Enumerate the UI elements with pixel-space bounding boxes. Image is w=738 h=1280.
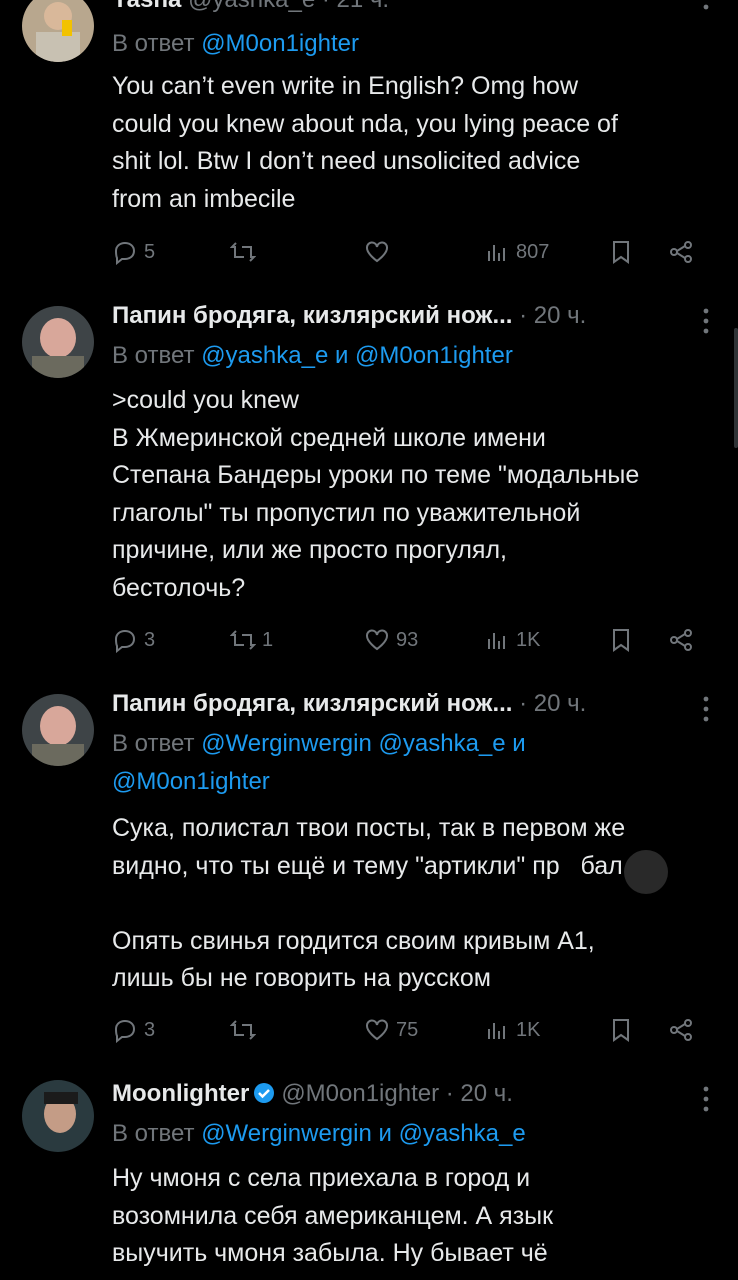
more-icon[interactable] xyxy=(700,696,712,722)
bookmark-button[interactable] xyxy=(608,624,634,656)
mention-link[interactable]: @Werginwergin и @yashka_e xyxy=(201,1120,526,1147)
share-icon xyxy=(670,241,692,263)
view-count: 1K xyxy=(516,628,541,651)
repost-button[interactable]: 1 xyxy=(230,624,273,656)
repost-count: 1 xyxy=(262,628,274,651)
tweet-text: You can’t even write in English? Omg how… xyxy=(112,72,618,213)
like-button[interactable]: 75 xyxy=(364,1014,418,1046)
reply-button[interactable]: 5 xyxy=(112,236,155,268)
view-count: 1K xyxy=(516,1018,541,1041)
repost-button[interactable] xyxy=(230,236,262,268)
reply-button[interactable]: 3 xyxy=(112,1014,155,1046)
tweet-actions: 3 1 93 1K xyxy=(112,624,712,656)
touch-indicator xyxy=(624,850,668,894)
tweet-header: Папин бродяга, кизлярский нож... · 20 ч. xyxy=(112,302,698,342)
reply-context: В ответ @Werginwergin @yashka_e и xyxy=(112,730,526,757)
tweet-text: Ну чмоня с села приехала в город и возом… xyxy=(112,1164,554,1267)
views-icon xyxy=(488,245,505,261)
tweet-time[interactable]: · 20 ч. xyxy=(446,1080,513,1107)
tweet-time[interactable]: · 20 ч. xyxy=(519,302,586,329)
reply-count: 5 xyxy=(144,240,156,263)
share-button[interactable] xyxy=(668,1014,694,1046)
repost-icon xyxy=(230,242,256,262)
author-name[interactable]: Папин бродяга, кизлярский нож... xyxy=(112,302,512,329)
like-count: 93 xyxy=(396,628,419,651)
tweet-header: Moonlighter @M0on1ighter · 20 ч. xyxy=(112,1080,698,1120)
reply-context: В ответ @Werginwergin и @yashka_e xyxy=(112,1120,526,1147)
tweet-time[interactable]: · 20 ч. xyxy=(519,690,586,717)
avatar[interactable] xyxy=(22,0,94,62)
more-icon[interactable] xyxy=(700,0,712,20)
author-name[interactable]: Yasha xyxy=(112,0,181,13)
avatar[interactable] xyxy=(22,1080,94,1152)
bookmark-icon xyxy=(613,241,629,264)
reply-icon xyxy=(114,629,136,653)
heart-icon xyxy=(366,1019,388,1041)
author-handle[interactable]: @M0on1ighter xyxy=(281,1080,439,1107)
verified-badge-icon xyxy=(254,1083,275,1103)
scrollbar[interactable] xyxy=(734,328,738,448)
mention-link[interactable]: @M0on1ighter xyxy=(112,768,270,795)
share-button[interactable] xyxy=(668,624,694,656)
views-icon xyxy=(488,633,505,649)
share-icon xyxy=(670,1019,692,1041)
repost-button[interactable] xyxy=(230,1014,262,1046)
more-icon[interactable] xyxy=(700,1086,712,1112)
views-button[interactable]: 1K xyxy=(484,1014,540,1046)
tweet-actions: 5 807 xyxy=(112,236,712,268)
bookmark-icon xyxy=(613,1019,629,1042)
avatar[interactable] xyxy=(22,694,94,766)
author-name[interactable]: Moonlighter xyxy=(112,1080,249,1107)
tweet-header: Папин бродяга, кизлярский нож... · 20 ч. xyxy=(112,690,698,730)
bookmark-button[interactable] xyxy=(608,1014,634,1046)
reply-context: В ответ @yashka_e и @M0on1ighter xyxy=(112,342,513,369)
author-handle[interactable]: @yashka_e xyxy=(188,0,315,13)
views-button[interactable]: 807 xyxy=(484,236,549,268)
share-button[interactable] xyxy=(668,236,694,268)
repost-icon xyxy=(230,1020,256,1040)
like-count: 75 xyxy=(396,1018,419,1041)
mention-link[interactable]: @M0on1ighter xyxy=(201,30,359,57)
share-icon xyxy=(670,629,692,651)
reply-icon xyxy=(114,1019,136,1043)
tweet-text: >could you knew В Жмеринской средней шко… xyxy=(112,386,640,602)
mention-link[interactable]: @Werginwergin @yashka_e и xyxy=(201,730,526,757)
reply-button[interactable]: 3 xyxy=(112,624,155,656)
reply-context-continued: @M0on1ighter xyxy=(112,768,270,796)
heart-icon xyxy=(366,629,388,651)
repost-icon xyxy=(230,630,256,650)
tweet-actions: 3 75 1K xyxy=(112,1014,712,1046)
reply-context: В ответ @M0on1ighter xyxy=(112,30,359,57)
tweet-header: Yasha @yashka_e · 21 ч. xyxy=(112,0,698,26)
more-icon[interactable] xyxy=(700,308,712,334)
like-button[interactable] xyxy=(364,236,396,268)
avatar[interactable] xyxy=(22,306,94,378)
tweet-time[interactable]: · 21 ч. xyxy=(322,0,389,13)
like-button[interactable]: 93 xyxy=(364,624,418,656)
reply-count: 3 xyxy=(144,1018,156,1041)
author-name[interactable]: Папин бродяга, кизлярский нож... xyxy=(112,690,512,717)
views-icon xyxy=(488,1023,505,1039)
mention-link[interactable]: @yashka_e и @M0on1ighter xyxy=(201,342,513,369)
bookmark-button[interactable] xyxy=(608,236,634,268)
heart-icon xyxy=(366,241,388,263)
reply-icon xyxy=(114,241,136,265)
view-count: 807 xyxy=(516,240,550,263)
reply-count: 3 xyxy=(144,628,156,651)
tweet-text: Сука, полистал твои посты, так в первом … xyxy=(112,814,626,992)
bookmark-icon xyxy=(613,629,629,652)
views-button[interactable]: 1K xyxy=(484,624,540,656)
